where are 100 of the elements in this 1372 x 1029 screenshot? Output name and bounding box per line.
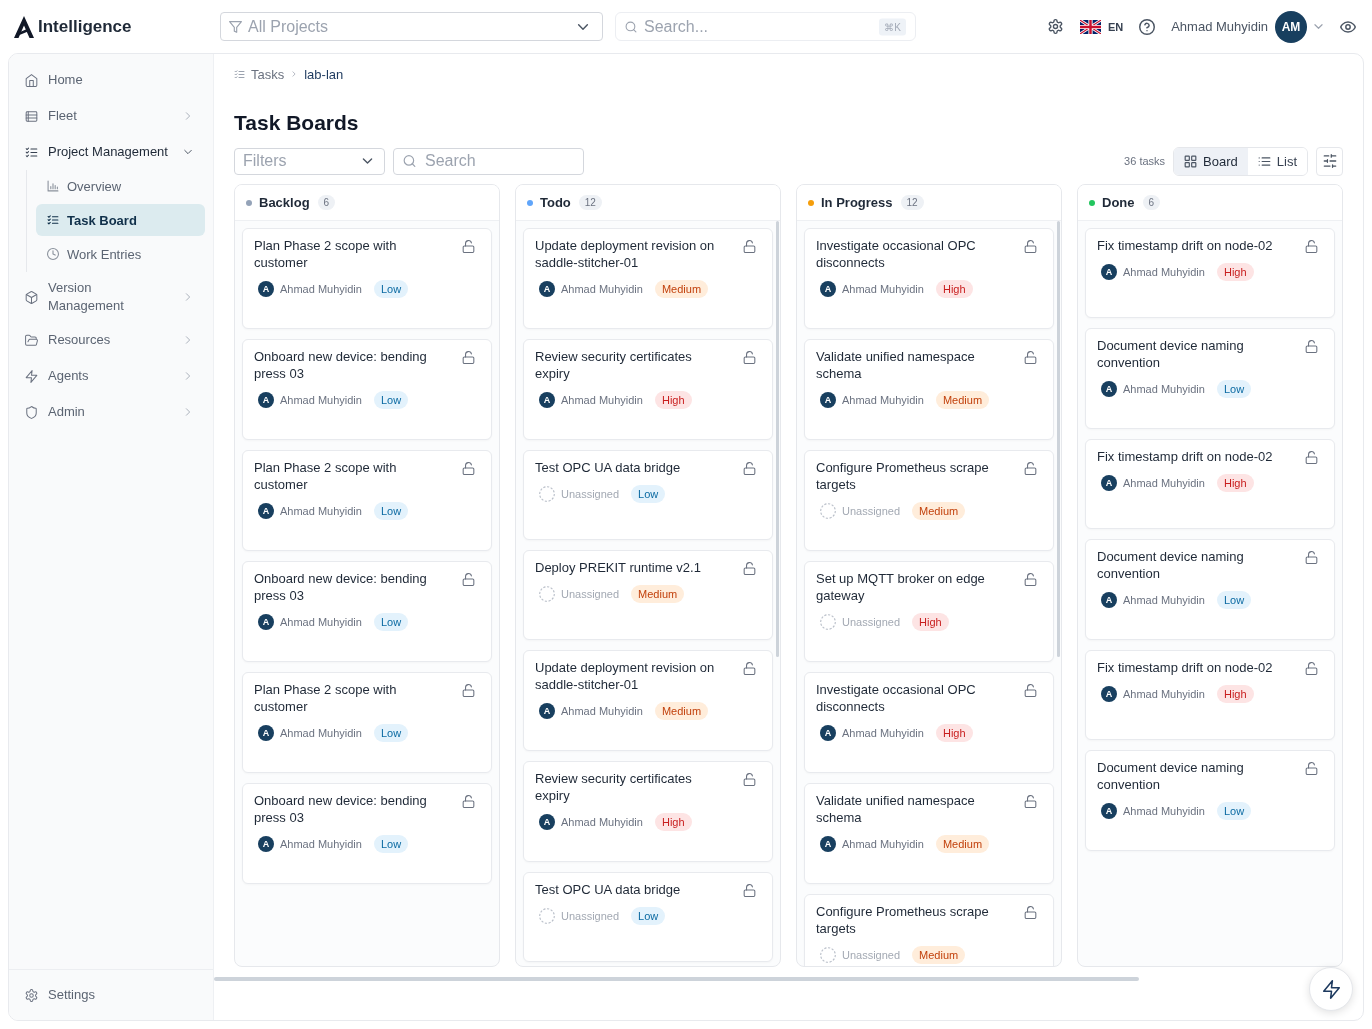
breadcrumb-link[interactable]: Tasks <box>251 66 285 82</box>
open-padlock-icon[interactable] <box>462 351 475 364</box>
open-padlock-icon[interactable] <box>1024 462 1037 475</box>
nav-item[interactable]: Home <box>17 62 205 98</box>
task-card[interactable]: Review security certificates expiry A Ahmad Muhyidin High <box>523 339 773 440</box>
open-padlock-icon[interactable] <box>1024 906 1037 919</box>
task-card[interactable]: Update deployment revision on saddle-stitcher-01 A Ahmad Muhyidin Medium <box>523 228 773 329</box>
task-title: Review security certificates expiry <box>535 770 693 804</box>
nav-subitem[interactable]: Overview <box>36 170 205 202</box>
task-title: Onboard new device: bending press 03 <box>254 570 428 604</box>
task-card[interactable]: Set up MQTT broker on edge gateway Unassigned High <box>804 561 1054 662</box>
assignee-name: Ahmad Muhyidin <box>842 838 924 850</box>
task-title: Plan Phase 2 scope with customer <box>254 681 398 715</box>
open-padlock-icon[interactable] <box>462 240 475 253</box>
open-padlock-icon[interactable] <box>462 684 475 697</box>
task-card[interactable]: Plan Phase 2 scope with customer A Ahmad Muhyidin Low <box>242 672 492 773</box>
task-card[interactable]: Onboard new device: bending press 03 A Ahmad Muhyidin Low <box>242 783 492 884</box>
open-padlock-icon[interactable] <box>1024 684 1037 697</box>
task-card[interactable]: Update deployment revision on saddle-stitcher-01 A Ahmad Muhyidin Medium <box>523 650 773 751</box>
task-card[interactable]: Document device naming convention A Ahmad Muhyidin Low <box>1085 539 1335 640</box>
open-padlock-icon[interactable] <box>462 795 475 808</box>
open-padlock-icon[interactable] <box>1305 240 1318 253</box>
view-tab[interactable]: Board <box>1174 147 1248 175</box>
priority-tag: Low <box>631 907 666 925</box>
task-search-field[interactable]: Search <box>393 147 584 175</box>
task-card[interactable]: Investigate occasional OPC disconnects A Ahmad Muhyidin High <box>804 672 1054 773</box>
open-padlock-icon[interactable] <box>1024 240 1037 253</box>
open-padlock-icon[interactable] <box>1305 762 1318 775</box>
task-card[interactable]: Onboard new device: bending press 03 A Ahmad Muhyidin Low <box>242 561 492 662</box>
settings-icon[interactable] <box>1047 19 1063 34</box>
task-card[interactable]: Fix timestamp drift on node-02 A Ahmad Muhyidin High <box>1085 650 1335 740</box>
open-padlock-icon[interactable] <box>1305 451 1318 464</box>
assignee-name: Ahmad Muhyidin <box>1123 477 1205 489</box>
task-card[interactable]: Review security certificates expiry A Ahmad Muhyidin High <box>523 761 773 862</box>
task-card[interactable]: Deploy PREKIT runtime v2.1 Unassigned Medium <box>523 550 773 640</box>
task-card[interactable]: Validate unified namespace schema A Ahmad Muhyidin Medium <box>804 339 1054 440</box>
assignee-name: Ahmad Muhyidin <box>280 394 362 406</box>
open-padlock-icon[interactable] <box>1305 340 1318 353</box>
open-padlock-icon[interactable] <box>743 240 756 253</box>
task-card[interactable]: Fix timestamp drift on node-02 A Ahmad Muhyidin High <box>1085 439 1335 529</box>
assignee-avatar: A <box>539 392 555 408</box>
filter-select[interactable]: Filters <box>234 147 385 175</box>
assignee-avatar: A <box>1101 264 1117 280</box>
nav-item[interactable]: Project Management <box>17 134 205 170</box>
task-card[interactable]: Document device naming convention A Ahmad Muhyidin Low <box>1085 328 1335 429</box>
priority-tag: Low <box>373 835 409 853</box>
task-card[interactable]: Document device naming convention A Ahmad Muhyidin Low <box>1085 750 1335 851</box>
help-icon[interactable] <box>1139 18 1156 35</box>
open-padlock-icon[interactable] <box>1305 551 1318 564</box>
eye-icon[interactable] <box>1340 18 1356 35</box>
settings-nav-item[interactable]: Settings <box>17 977 205 1013</box>
open-padlock-icon[interactable] <box>743 773 756 786</box>
task-card[interactable]: Fix timestamp drift on node-02 A Ahmad Muhyidin High <box>1085 228 1335 318</box>
task-card[interactable]: Test OPC UA data bridge Unassigned Low <box>523 872 773 962</box>
language-button[interactable]: EN <box>1079 19 1124 34</box>
nav-item[interactable]: Version Management <box>17 272 205 322</box>
open-padlock-icon[interactable] <box>1024 351 1037 364</box>
open-padlock-icon[interactable] <box>743 884 756 897</box>
task-card[interactable]: Onboard new device: bending press 03 A Ahmad Muhyidin Low <box>242 339 492 440</box>
assignee-name: Ahmad Muhyidin <box>1123 266 1205 278</box>
task-title: Investigate occasional OPC disconnects <box>816 237 977 271</box>
assignee-name: Unassigned <box>842 505 901 517</box>
open-padlock-icon[interactable] <box>1024 573 1037 586</box>
open-padlock-icon[interactable] <box>743 462 756 475</box>
assignee-avatar: A <box>539 281 555 297</box>
assignee-avatar: A <box>1101 803 1117 819</box>
nav-item[interactable]: Resources <box>17 322 205 358</box>
nav-item[interactable]: Fleet <box>17 98 205 134</box>
scrollbar-thumb[interactable] <box>214 977 1139 981</box>
task-card[interactable]: Validate unified namespace schema A Ahmad Muhyidin Medium <box>804 783 1054 884</box>
open-padlock-icon[interactable] <box>743 662 756 675</box>
list-icon <box>1257 154 1271 168</box>
task-card[interactable]: Plan Phase 2 scope with customer A Ahmad Muhyidin Low <box>242 450 492 551</box>
nav-subitem[interactable]: Task Board <box>36 204 205 236</box>
task-card[interactable]: Test OPC UA data bridge Unassigned Low <box>523 450 773 540</box>
priority-tag: Medium <box>912 946 966 964</box>
board-settings-button[interactable] <box>1316 146 1343 176</box>
task-card[interactable]: Configure Prometheus scrape targets Unassigned Medium <box>804 894 1054 966</box>
priority-tag: High <box>654 813 692 831</box>
user-menu-button[interactable]: Ahmad Muhyidin AM <box>1171 10 1325 43</box>
open-padlock-icon[interactable] <box>1024 795 1037 808</box>
open-padlock-icon[interactable] <box>743 562 756 575</box>
task-card[interactable]: Configure Prometheus scrape targets Unassigned Medium <box>804 450 1054 551</box>
open-padlock-icon[interactable] <box>1305 662 1318 675</box>
task-card[interactable]: Plan Phase 2 scope with customer A Ahmad Muhyidin Low <box>242 228 492 329</box>
assignee-name: Unassigned <box>561 488 620 500</box>
nav-subitem[interactable]: Work Entries <box>36 238 205 270</box>
task-card[interactable]: Investigate occasional OPC disconnects A Ahmad Muhyidin High <box>804 228 1054 329</box>
search-icon <box>625 20 637 33</box>
nav-item[interactable]: Agents <box>17 358 205 394</box>
clock-icon <box>47 248 59 260</box>
project-select[interactable]: All Projects <box>220 12 603 41</box>
open-padlock-icon[interactable] <box>462 573 475 586</box>
table-icon <box>25 109 38 123</box>
column-title: Todo <box>540 195 571 210</box>
nav-item[interactable]: Admin <box>17 394 205 430</box>
open-padlock-icon[interactable] <box>743 351 756 364</box>
checklist-icon <box>47 214 59 226</box>
quick-action-button[interactable] <box>1309 967 1353 1011</box>
open-padlock-icon[interactable] <box>462 462 475 475</box>
